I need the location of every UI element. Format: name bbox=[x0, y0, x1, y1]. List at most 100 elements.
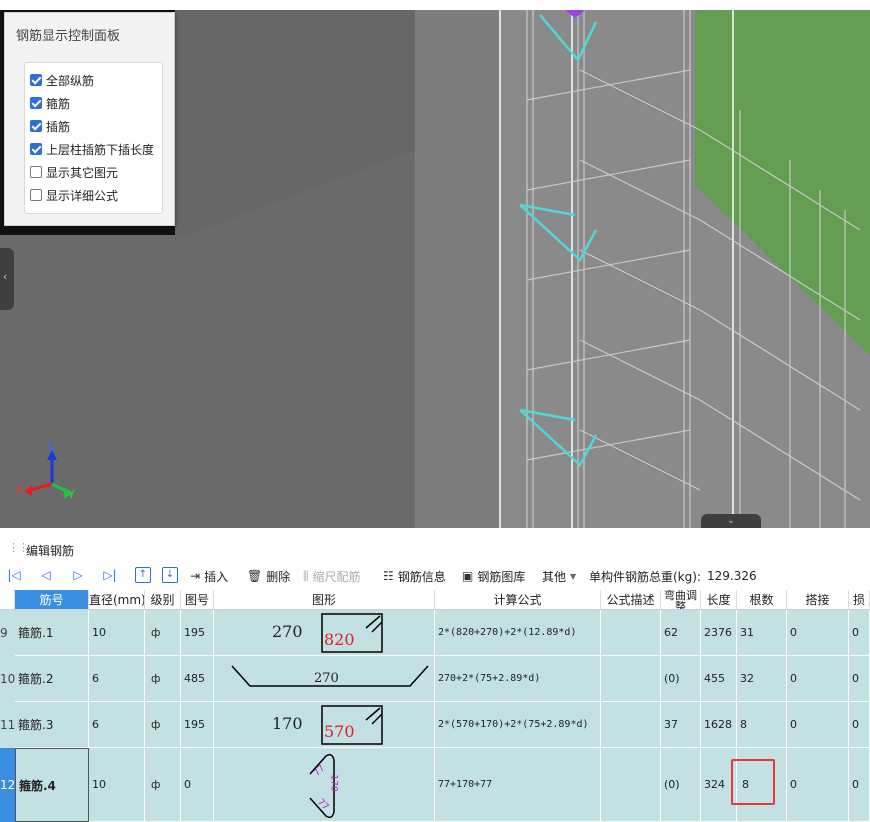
first-record-icon[interactable]: |◁ bbox=[6, 567, 22, 583]
side-collapse-tab[interactable]: ‹ bbox=[0, 248, 14, 310]
cell-count[interactable]: 32 bbox=[737, 656, 787, 702]
chevron-left-icon: ‹ bbox=[3, 270, 8, 283]
move-up-icon[interactable]: ↑ bbox=[135, 567, 151, 583]
last-record-icon[interactable]: ▷| bbox=[102, 567, 118, 583]
cell-grade[interactable]: ф bbox=[145, 656, 181, 702]
cell-bar-no-selected[interactable]: 箍筋.4 bbox=[15, 748, 89, 822]
cell-diameter[interactable]: 10 bbox=[89, 748, 145, 822]
cell-formula[interactable]: 270+2*(75+2.89*d) bbox=[435, 656, 601, 702]
next-record-icon[interactable]: ▷ bbox=[70, 567, 86, 583]
cell-length[interactable]: 1628 bbox=[701, 702, 737, 748]
cell-lap[interactable]: 0 bbox=[787, 610, 849, 656]
cell-shape[interactable]: 270 820 bbox=[214, 610, 435, 656]
panel-title: 钢筋显示控制面板 bbox=[16, 29, 121, 44]
cell-bend-adjust[interactable]: (0) bbox=[661, 656, 701, 702]
column-header-bend-adjust[interactable]: 弯曲调整 bbox=[661, 590, 701, 610]
cell-bar-no[interactable]: 箍筋.2 bbox=[15, 656, 89, 702]
cell-length[interactable]: 455 bbox=[701, 656, 737, 702]
cell-count[interactable]: 8 bbox=[737, 702, 787, 748]
cell-diameter[interactable]: 10 bbox=[89, 610, 145, 656]
chevron-down-icon: ⌄ bbox=[727, 516, 735, 526]
cell-formula[interactable]: 2*(570+170)+2*(75+2.89*d) bbox=[435, 702, 601, 748]
cell-bar-no[interactable]: 箍筋.3 bbox=[15, 702, 89, 748]
cell-diameter[interactable]: 6 bbox=[89, 702, 145, 748]
delete-button[interactable]: 🗑 删除 bbox=[247, 564, 290, 588]
cell-formula-desc[interactable] bbox=[601, 748, 661, 822]
option-upper-dowel-length[interactable]: 上层柱插筋下插长度 bbox=[30, 139, 154, 159]
cell-lap[interactable]: 0 bbox=[787, 748, 849, 822]
cell-grade[interactable]: ф bbox=[145, 748, 181, 822]
previous-record-icon[interactable]: ◁ bbox=[38, 567, 54, 583]
cell-length[interactable]: 2376 bbox=[701, 610, 737, 656]
cell-loss[interactable]: 0 bbox=[849, 702, 870, 748]
checkbox[interactable] bbox=[30, 143, 42, 155]
column-header-shape[interactable]: 图形 bbox=[214, 590, 435, 610]
column-header-formula-desc[interactable]: 公式描述 bbox=[601, 590, 661, 610]
axis-z-label: Z bbox=[47, 440, 55, 453]
option-all-longitudinal[interactable]: 全部纵筋 bbox=[30, 70, 94, 90]
cell-formula-desc[interactable] bbox=[601, 610, 661, 656]
cell-grade[interactable]: ф bbox=[145, 610, 181, 656]
row-index[interactable]: 12 bbox=[0, 748, 15, 822]
row-index[interactable]: 11 bbox=[0, 702, 15, 748]
cell-bend-adjust[interactable]: 62 bbox=[661, 610, 701, 656]
checkbox[interactable] bbox=[30, 120, 42, 132]
checkbox[interactable] bbox=[30, 166, 42, 178]
option-show-detailed-formula[interactable]: 显示详细公式 bbox=[30, 185, 118, 205]
option-dowel[interactable]: 插筋 bbox=[30, 116, 70, 136]
cell-formula-desc[interactable] bbox=[601, 702, 661, 748]
checkbox[interactable] bbox=[30, 74, 42, 86]
cell-loss[interactable]: 0 bbox=[849, 748, 870, 822]
option-stirrup[interactable]: 箍筋 bbox=[30, 93, 70, 113]
bottom-collapse-tab[interactable]: ⌄ bbox=[701, 514, 761, 528]
drag-grip-icon[interactable]: ⋮⋮ bbox=[8, 541, 29, 554]
row-index[interactable]: 10 bbox=[0, 656, 15, 702]
column-header-lap[interactable]: 搭接 bbox=[787, 590, 849, 610]
option-label: 上层柱插筋下插长度 bbox=[46, 142, 155, 157]
cell-shape-no[interactable]: 195 bbox=[181, 610, 214, 656]
cell-formula[interactable]: 77+170+77 bbox=[435, 748, 601, 822]
cell-lap[interactable]: 0 bbox=[787, 702, 849, 748]
other-dropdown[interactable]: 其他 ▼ bbox=[542, 564, 576, 588]
axis-x-label: X bbox=[16, 483, 24, 496]
cell-shape-no[interactable]: 0 bbox=[181, 748, 214, 822]
column-header-count[interactable]: 根数 bbox=[737, 590, 787, 610]
cell-shape-no[interactable]: 195 bbox=[181, 702, 214, 748]
cell-grade[interactable]: ф bbox=[145, 702, 181, 748]
cell-loss[interactable]: 0 bbox=[849, 656, 870, 702]
column-header-bar-no[interactable]: 筋号 bbox=[15, 590, 89, 610]
cell-shape[interactable]: 170 570 bbox=[214, 702, 435, 748]
insert-icon: ⇥ bbox=[190, 569, 201, 583]
cell-shape-no[interactable]: 485 bbox=[181, 656, 214, 702]
cell-shape[interactable]: 77 170 77 bbox=[214, 748, 435, 822]
row-index[interactable]: 9 bbox=[0, 610, 15, 656]
cell-count[interactable]: 31 bbox=[737, 610, 787, 656]
option-show-other-elements[interactable]: 显示其它图元 bbox=[30, 162, 118, 182]
other-label: 其他 bbox=[542, 569, 567, 584]
cell-formula-desc[interactable] bbox=[601, 656, 661, 702]
cell-bend-adjust[interactable]: 37 bbox=[661, 702, 701, 748]
move-down-icon[interactable]: ↓ bbox=[162, 567, 178, 583]
cell-bar-no[interactable]: 箍筋.1 bbox=[15, 610, 89, 656]
column-header-length[interactable]: 长度 bbox=[701, 590, 737, 610]
column-header-formula[interactable]: 计算公式 bbox=[435, 590, 601, 610]
cell-loss[interactable]: 0 bbox=[849, 610, 870, 656]
scale-rebar-button[interactable]: ⫼ 缩尺配筋 bbox=[303, 564, 361, 588]
rebar-library-button[interactable]: ▣ 钢筋图库 bbox=[462, 564, 525, 588]
insert-button[interactable]: ⇥ 插入 bbox=[190, 564, 228, 588]
cell-shape[interactable]: 270 bbox=[214, 656, 435, 702]
column-header-loss[interactable]: 损 bbox=[849, 590, 870, 610]
cell-formula[interactable]: 2*(820+270)+2*(12.89*d) bbox=[435, 610, 601, 656]
cell-lap[interactable]: 0 bbox=[787, 656, 849, 702]
shape-value-width: 270 bbox=[272, 622, 303, 641]
cell-bend-adjust[interactable]: (0) bbox=[661, 748, 701, 822]
insert-label: 插入 bbox=[204, 569, 229, 584]
checkbox[interactable] bbox=[30, 97, 42, 109]
column-header-grade[interactable]: 级别 bbox=[145, 590, 181, 610]
column-header-diameter[interactable]: 直径(mm) bbox=[89, 590, 145, 610]
cell-diameter[interactable]: 6 bbox=[89, 656, 145, 702]
column-header-shape-no[interactable]: 图号 bbox=[181, 590, 214, 610]
checkbox[interactable] bbox=[30, 189, 42, 201]
rebar-display-control-panel: 钢筋显示控制面板 全部纵筋 箍筋 插筋 上层柱插筋下插长度 显示其它图元 显示详… bbox=[4, 12, 175, 226]
rebar-info-button[interactable]: ☷ 钢筋信息 bbox=[383, 564, 446, 588]
